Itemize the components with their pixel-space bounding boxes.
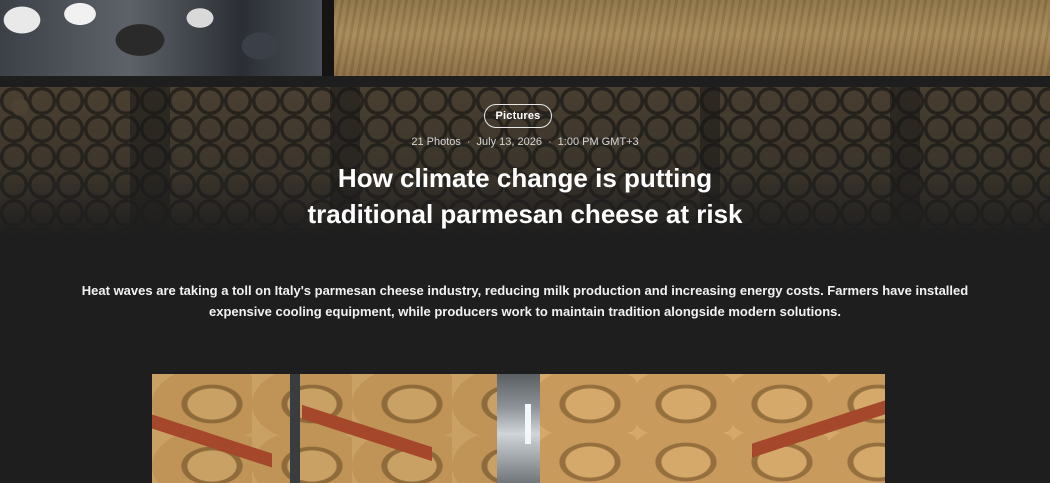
category-badge-label: Pictures xyxy=(495,110,541,122)
cows-photo[interactable] xyxy=(0,0,322,76)
summary-line: Heat waves are taking a toll on Italy's … xyxy=(81,283,969,298)
publish-date: July 13, 2026 xyxy=(476,136,542,148)
cheese-shelves-left xyxy=(152,374,497,483)
gallery-summary: Heat waves are taking a toll on Italy's … xyxy=(60,280,990,322)
publish-time: 1:00 PM GMT+3 xyxy=(557,136,639,148)
cheese-warehouse-photo[interactable] xyxy=(152,374,885,483)
category-badge[interactable]: Pictures xyxy=(484,104,552,128)
headline-line: How climate change is putting xyxy=(337,163,713,193)
ceiling-light xyxy=(525,404,531,444)
gallery-headline: How climate change is putting traditiona… xyxy=(0,160,1050,232)
top-image-strip xyxy=(0,0,1050,76)
headline-line: traditional parmesan cheese at risk xyxy=(307,199,743,229)
meta-separator: · xyxy=(466,136,471,148)
shelf-pole xyxy=(290,374,300,483)
gallery-meta: 21 Photos · July 13, 2026 · 1:00 PM GMT+3 xyxy=(0,136,1050,148)
photo-count: 21 Photos xyxy=(411,136,461,148)
summary-line: expensive cooling equipment, while produ… xyxy=(208,304,842,319)
warehouse-aisle xyxy=(497,374,540,483)
meta-separator: · xyxy=(547,136,552,148)
field-photo[interactable] xyxy=(334,0,1050,76)
